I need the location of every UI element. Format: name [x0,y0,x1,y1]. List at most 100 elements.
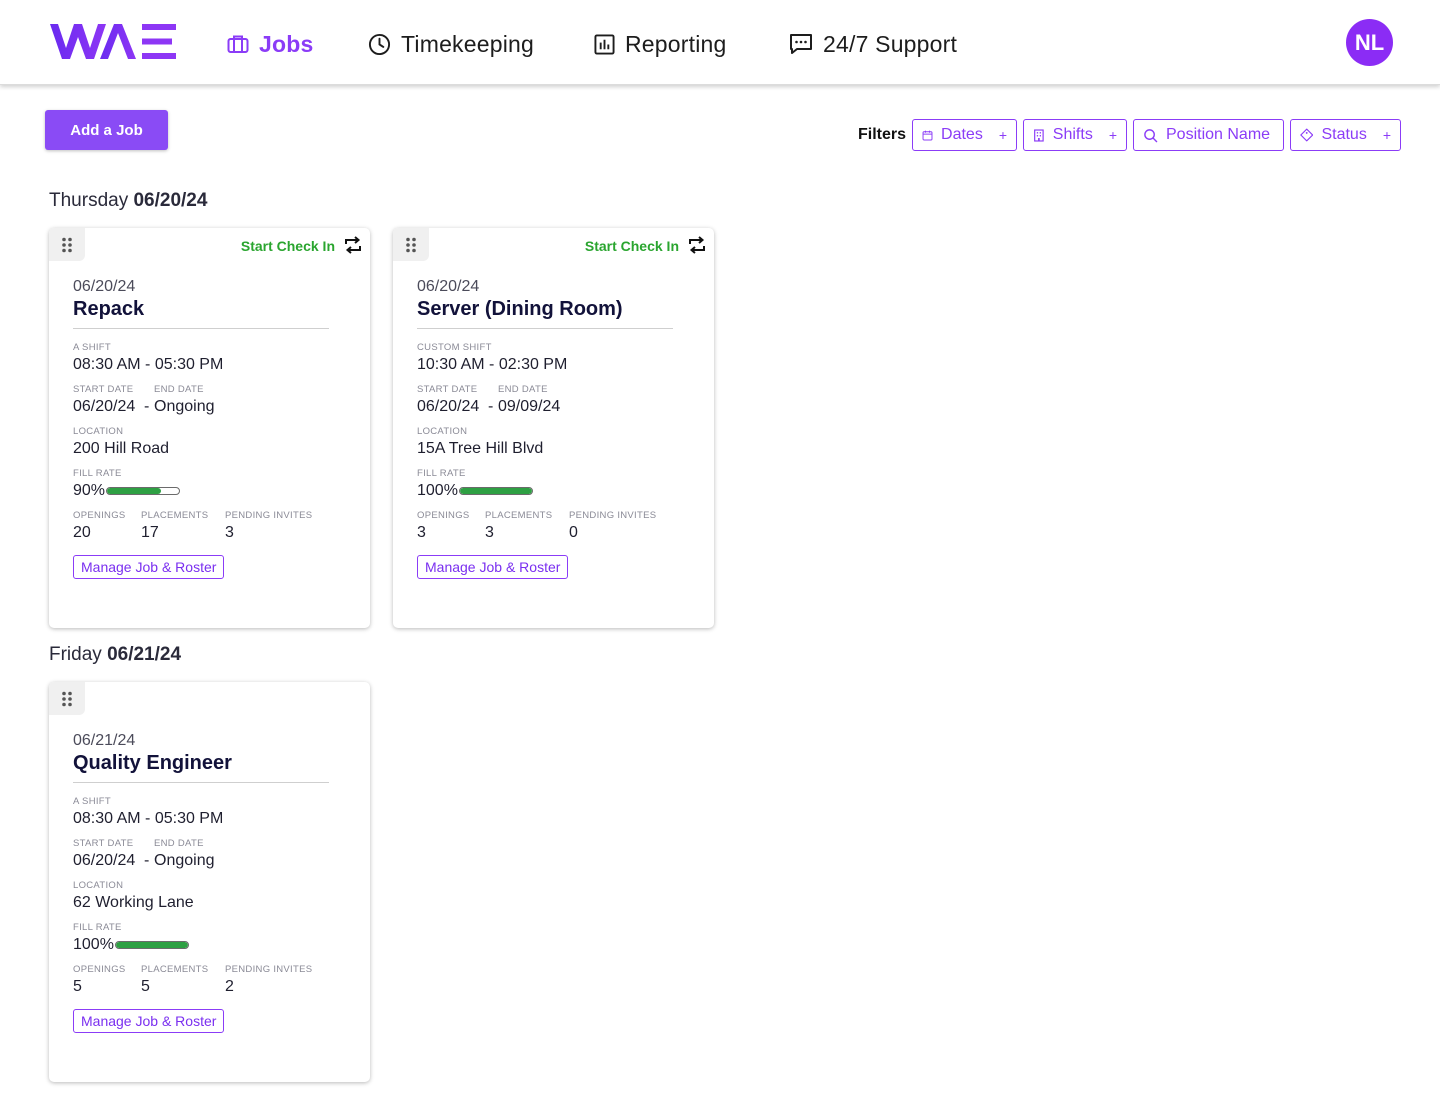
top-navigation-bar: Jobs Timekeeping Reporting 24/7 Support … [0,0,1440,85]
filter-position-name[interactable]: Position Name [1133,119,1284,151]
placements-label: PLACEMENTS [141,510,209,521]
job-date: 06/21/24 [73,732,136,749]
shift-label: CUSTOM SHIFT [417,342,492,353]
job-title: Quality Engineer [73,752,232,774]
start-date-label: START DATE [73,384,134,395]
drag-handle[interactable] [393,228,429,261]
filter-dates[interactable]: Dates + [912,119,1017,151]
manage-job-roster-button[interactable]: Manage Job & Roster [73,555,225,579]
date-separator: - [144,852,150,869]
filter-shifts-label: Shifts [1052,126,1093,143]
pending-invites-label: PENDING INVITES [569,510,657,521]
pending-invites-label: PENDING INVITES [225,964,313,975]
drag-grip-icon [62,691,72,706]
job-date: 06/20/24 [73,278,136,295]
add-job-button[interactable]: Add a Job [45,110,168,150]
fill-rate-progress-fill [107,488,161,494]
end-date: 09/09/24 [498,398,561,415]
fill-rate-value: 90% [73,482,106,499]
nav-timekeeping[interactable]: Timekeeping [368,28,534,60]
manage-job-roster-button[interactable]: Manage Job & Roster [73,1009,225,1033]
drag-handle[interactable] [49,228,85,261]
divider [73,328,329,329]
start-date-label: START DATE [73,838,134,849]
openings-value: 5 [73,978,82,995]
openings-label: OPENINGS [417,510,470,521]
location-label: LOCATION [73,880,124,891]
job-date: 06/20/24 [417,278,480,295]
filter-status-label: Status [1321,126,1367,143]
filter-position-name-label: Position Name [1166,126,1271,143]
openings-label: OPENINGS [73,964,126,975]
fill-rate-label: FILL RATE [73,468,122,479]
end-date-label: END DATE [498,384,548,395]
divider [73,782,329,783]
nav-jobs[interactable]: Jobs [227,28,313,60]
job-title: Repack [73,298,145,320]
nav-timekeeping-label: Timekeeping [401,30,535,57]
drag-handle[interactable] [49,682,85,715]
user-avatar[interactable]: NL [1346,19,1393,66]
bar-chart-icon [594,33,615,55]
fill-rate-progress-bar [115,941,189,949]
filters-label: Filters [858,126,907,143]
briefcase-icon [227,35,249,53]
date-separator: - [144,398,150,415]
date-separator: - [488,398,494,415]
job-card: 06/21/24 Quality Engineer A SHIFT 08:30 … [49,682,370,1082]
placements-label: PLACEMENTS [485,510,553,521]
job-card: Start Check In 06/20/24 Server (Dining R… [393,228,714,628]
day-heading: Thursday 06/20/24 [49,190,207,212]
fill-rate-value: 100% [73,936,114,953]
nav-support[interactable]: 24/7 Support [789,28,957,60]
filter-status[interactable]: Status + [1290,119,1401,151]
filter-shifts[interactable]: Shifts + [1023,119,1127,151]
drag-grip-icon [406,237,416,252]
nav-jobs-label: Jobs [259,30,314,57]
plus-icon: + [1382,127,1391,143]
location-label: LOCATION [417,426,468,437]
fill-rate-label: FILL RATE [417,468,466,479]
end-date-label: END DATE [154,384,204,395]
chat-icon [790,34,812,54]
shift-time: 10:30 AM - 02:30 PM [417,356,568,373]
repeat-icon[interactable] [343,236,363,254]
pending-invites-value: 2 [225,978,234,995]
openings-value: 3 [417,524,426,541]
plus-icon: + [998,127,1007,143]
job-title: Server (Dining Room) [417,298,623,320]
start-date-label: START DATE [417,384,478,395]
day-weekday: Friday [49,644,102,665]
nav-reporting[interactable]: Reporting [594,28,727,60]
fill-rate-progress-fill [116,942,188,948]
filter-dates-label: Dates [941,126,983,143]
placements-value: 5 [141,978,150,995]
search-icon [1144,128,1158,142]
start-date: 06/20/24 [73,852,136,869]
location-label: LOCATION [73,426,124,437]
fill-rate-progress-bar [106,487,180,495]
nav-reporting-label: Reporting [625,30,727,57]
start-date: 06/20/24 [73,398,136,415]
start-check-in-link[interactable]: Start Check In [241,238,335,254]
manage-job-roster-button[interactable]: Manage Job & Roster [417,555,569,579]
shift-time: 08:30 AM - 05:30 PM [73,810,224,827]
repeat-icon[interactable] [687,236,707,254]
clock-icon [368,33,391,55]
calendar-icon [922,130,933,140]
job-card: Start Check In 06/20/24 Repack A SHIFT 0… [49,228,370,628]
day-weekday: Thursday [49,190,129,211]
day-date: 06/21/24 [107,644,182,665]
pending-invites-value: 3 [225,524,234,541]
divider [417,328,673,329]
location: 200 Hill Road [73,440,170,457]
diamond-icon [1300,128,1314,142]
end-date-label: END DATE [154,838,204,849]
drag-grip-icon [62,237,72,252]
start-check-in-link[interactable]: Start Check In [585,238,679,254]
shift-label: A SHIFT [73,796,111,807]
fill-rate-progress-bar [459,487,533,495]
fill-rate-value: 100% [417,482,458,499]
day-heading: Friday 06/21/24 [49,644,181,666]
wae-logo[interactable] [48,21,178,63]
